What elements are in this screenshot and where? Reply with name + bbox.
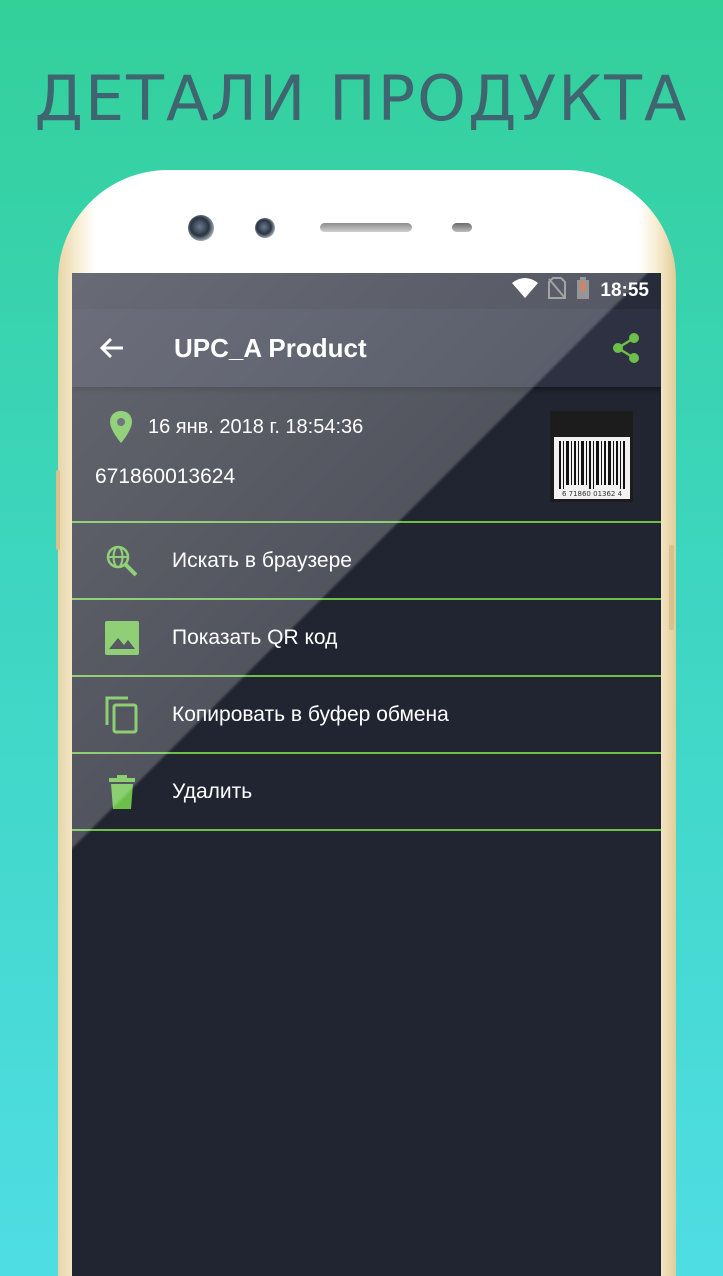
wifi-icon (512, 278, 539, 304)
menu-item-label: Показать QR код (172, 625, 338, 649)
menu-item-show-qr[interactable]: Показать QR код (72, 600, 661, 677)
front-camera-icon (188, 215, 214, 241)
toolbar: UPC_A Product (72, 309, 661, 387)
status-time: 18:55 (600, 280, 649, 301)
image-icon (72, 599, 172, 676)
arrow-back-icon (99, 337, 123, 359)
copy-icon (72, 676, 172, 753)
location-pin-icon (110, 411, 132, 443)
menu-item-search-browser[interactable]: Искать в браузере (72, 523, 661, 600)
web-search-icon (72, 522, 172, 599)
product-info: 16 янв. 2018 г. 18:54:36 671860013624 6 … (72, 387, 661, 523)
date-row: 16 янв. 2018 г. 18:54:36 (110, 411, 363, 443)
barcode-thumbnail-text: 6 71860 01362 4 (562, 490, 623, 498)
page-title: UPC_A Product (174, 332, 367, 363)
volume-button (56, 470, 60, 550)
barcode-value: 671860013624 (95, 465, 236, 488)
menu-item-label: Искать в браузере (172, 548, 352, 572)
proximity-sensor (452, 223, 472, 232)
menu-item-label: Копировать в буфер обмена (172, 702, 449, 726)
scan-date: 16 янв. 2018 г. 18:54:36 (148, 415, 364, 438)
menu-item-label: Удалить (172, 779, 253, 803)
power-button (669, 545, 674, 630)
menu-item-delete[interactable]: Удалить (72, 754, 661, 831)
trash-icon (72, 753, 172, 830)
share-button[interactable] (591, 309, 661, 387)
status-bar: 18:55 (72, 273, 661, 309)
back-button[interactable] (72, 309, 152, 387)
app-screen: 18:55 UPC_A Product 16 янв. 2018 г. 18:5… (72, 273, 661, 1276)
sensor-camera-icon (255, 218, 275, 238)
promo-headline: ДЕТАЛИ ПРОДУКТА (34, 62, 689, 135)
battery-icon (576, 277, 590, 305)
earpiece-speaker (320, 223, 412, 232)
share-icon (613, 333, 639, 363)
barcode-thumbnail[interactable]: 6 71860 01362 4 (550, 411, 633, 502)
menu-item-copy-clipboard[interactable]: Копировать в буфер обмена (72, 677, 661, 754)
no-sim-icon (548, 277, 567, 305)
